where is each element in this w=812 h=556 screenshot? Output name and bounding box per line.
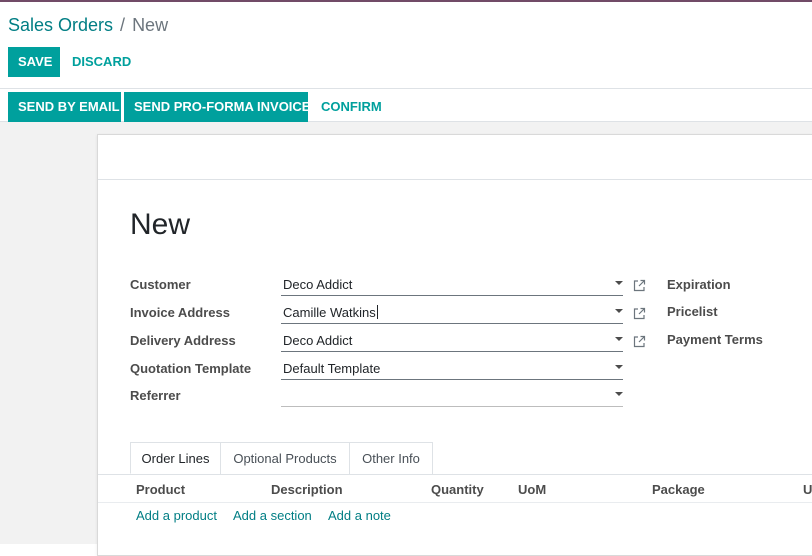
table-header-divider <box>98 502 812 503</box>
column-uom[interactable]: UoM <box>518 482 546 497</box>
quotation-template-field[interactable]: Default Template <box>281 358 623 380</box>
add-section-link[interactable]: Add a section <box>233 508 312 523</box>
column-product[interactable]: Product <box>136 482 185 497</box>
customer-label: Customer <box>130 277 191 292</box>
page-title: New <box>130 208 191 241</box>
caret-down-icon[interactable] <box>615 281 623 285</box>
pricelist-label: Pricelist <box>667 304 718 319</box>
caret-down-icon[interactable] <box>615 365 623 369</box>
external-link-icon[interactable] <box>633 335 646 348</box>
column-quantity[interactable]: Quantity <box>431 482 484 497</box>
delivery-address-field[interactable]: Deco Addict <box>281 330 623 352</box>
referrer-label: Referrer <box>130 388 181 403</box>
invoice-address-value: Camille Watkins <box>283 305 376 320</box>
tab-other-info[interactable]: Other Info <box>349 442 433 474</box>
invoice-address-field[interactable]: Camille Watkins <box>281 302 623 324</box>
caret-down-icon[interactable] <box>615 337 623 341</box>
breadcrumb-sales-orders[interactable]: Sales Orders <box>8 15 113 35</box>
referrer-field[interactable] <box>281 385 623 407</box>
customer-field[interactable]: Deco Addict <box>281 274 623 296</box>
breadcrumb-separator: / <box>120 15 126 35</box>
confirm-button[interactable]: CONFIRM <box>311 92 392 122</box>
quotation-template-label: Quotation Template <box>130 361 252 376</box>
sheet-header <box>98 135 812 180</box>
delivery-address-value: Deco Addict <box>283 333 353 348</box>
discard-button[interactable]: DISCARD <box>62 47 141 77</box>
status-bar: SEND BY EMAIL SEND PRO-FORMA INVOICE CON… <box>0 89 812 122</box>
caret-down-icon[interactable] <box>615 392 623 396</box>
delivery-address-label: Delivery Address <box>130 333 236 348</box>
external-link-icon[interactable] <box>633 279 646 292</box>
column-package[interactable]: Package <box>652 482 705 497</box>
expiration-label: Expiration <box>667 277 731 292</box>
send-by-email-button[interactable]: SEND BY EMAIL <box>8 92 121 122</box>
breadcrumb-current: New <box>132 15 169 35</box>
add-note-link[interactable]: Add a note <box>328 508 391 523</box>
add-product-link[interactable]: Add a product <box>136 508 217 523</box>
column-unit-price[interactable]: U <box>803 482 812 497</box>
external-link-icon[interactable] <box>633 307 646 320</box>
customer-value: Deco Addict <box>283 277 353 292</box>
save-button[interactable]: SAVE <box>8 47 60 77</box>
breadcrumb: Sales Orders / New <box>8 14 168 36</box>
payment-terms-label: Payment Terms <box>667 332 763 347</box>
column-description[interactable]: Description <box>271 482 343 497</box>
send-pro-forma-invoice-button[interactable]: SEND PRO-FORMA INVOICE <box>124 92 310 122</box>
tab-optional-products[interactable]: Optional Products <box>220 442 350 474</box>
form-sheet: New Customer Deco Addict Invoice Address… <box>97 134 812 556</box>
quotation-template-value: Default Template <box>283 361 381 376</box>
caret-down-icon[interactable] <box>615 309 623 313</box>
control-panel: Sales Orders / New SAVE DISCARD <box>0 2 812 89</box>
invoice-address-label: Invoice Address <box>130 305 230 320</box>
tab-order-lines[interactable]: Order Lines <box>130 442 221 474</box>
